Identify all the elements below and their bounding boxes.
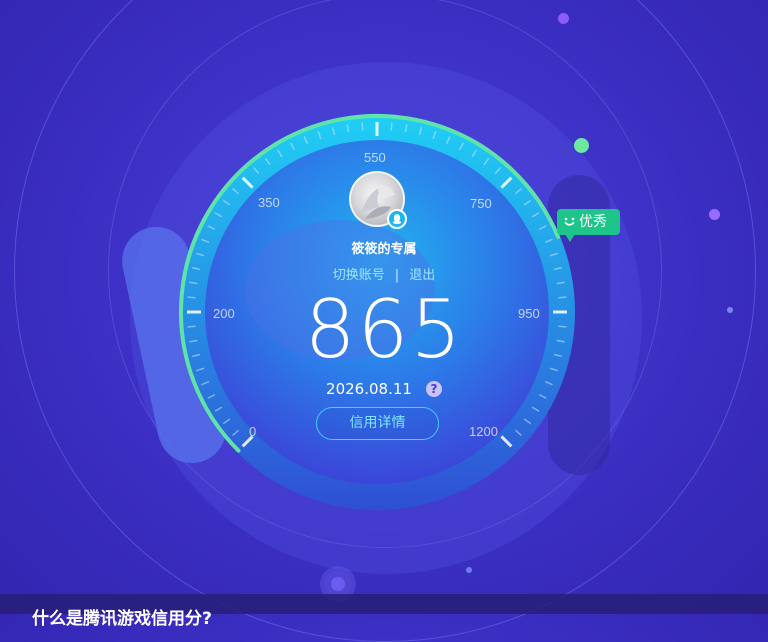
help-icon[interactable]: ?: [425, 381, 442, 397]
credit-detail-button[interactable]: 信用详情: [316, 407, 439, 440]
switch-account-link[interactable]: 切换账号: [333, 268, 385, 283]
username: 筱筱的专属: [351, 242, 417, 257]
gauge-tick: [390, 122, 393, 131]
smile-icon: [564, 217, 575, 226]
credit-score: 865: [304, 283, 464, 376]
gauge-tick: [361, 122, 364, 131]
tick-label-0: 0: [249, 424, 257, 439]
score-date-row: 2026.08.11?: [0, 380, 768, 398]
tick-label-350: 350: [258, 195, 280, 210]
account-links: 切换账号 | 退出: [0, 264, 768, 283]
logout-link[interactable]: 退出: [409, 268, 435, 283]
tick-label-750: 750: [470, 196, 492, 211]
level-label: 优秀: [579, 214, 607, 230]
score-date: 2026.08.11: [326, 380, 412, 398]
tick-label-1200: 1200: [469, 424, 498, 439]
qq-badge-icon: [387, 209, 407, 229]
link-separator: |: [394, 268, 400, 283]
level-badge: 优秀: [557, 209, 620, 242]
tick-label-550: 550: [364, 150, 386, 165]
footer-question[interactable]: 什么是腾讯游戏信用分?: [32, 604, 212, 629]
